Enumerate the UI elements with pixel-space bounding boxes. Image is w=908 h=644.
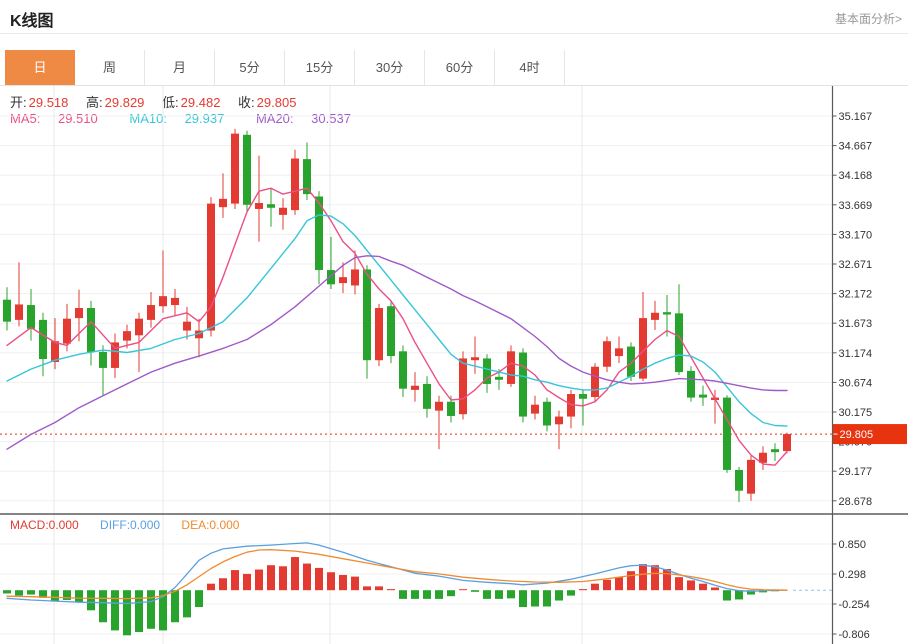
svg-text:33.170: 33.170 — [839, 229, 873, 241]
svg-text:29.805: 29.805 — [840, 429, 874, 441]
diff-value: DIFF:0.000 — [100, 518, 161, 532]
tab-period-0[interactable]: 日 — [5, 50, 75, 85]
tab-period-2[interactable]: 月 — [145, 50, 215, 85]
tab-period-6[interactable]: 60分 — [425, 50, 495, 85]
page-title: K线图 — [10, 13, 54, 30]
tab-period-3[interactable]: 5分 — [215, 50, 285, 85]
current-price-badge: 29.805 — [833, 424, 907, 445]
macd-info-bar: MACD:0.000 DIFF:0.000 DEA:0.000 — [10, 518, 257, 532]
macd-value: MACD:0.000 — [10, 518, 79, 532]
tab-period-5[interactable]: 30分 — [355, 50, 425, 85]
kline-widget: K线图 基本面分析> 日周月 5分 15分 30分 60分 4时 开: 29.518 高: 2… — [0, 0, 908, 644]
svg-text:32.172: 32.172 — [839, 289, 873, 301]
dea-value: DEA:0.000 — [181, 518, 240, 532]
svg-text:30.175: 30.175 — [839, 407, 873, 419]
svg-text:30.674: 30.674 — [839, 377, 873, 389]
fundamental-analysis-link[interactable]: 基本面分析> — [835, 10, 902, 27]
svg-text:-0.806: -0.806 — [839, 629, 870, 641]
svg-text:31.673: 31.673 — [839, 318, 873, 330]
svg-text:-0.254: -0.254 — [839, 599, 870, 611]
tab-period-7[interactable]: 4时 — [495, 50, 565, 85]
svg-text:28.678: 28.678 — [839, 496, 873, 508]
tab-period-4[interactable]: 15分 — [285, 50, 355, 85]
svg-text:29.177: 29.177 — [839, 466, 873, 478]
svg-text:35.167: 35.167 — [839, 111, 873, 123]
svg-text:34.667: 34.667 — [839, 141, 873, 153]
svg-text:0.850: 0.850 — [839, 539, 867, 551]
svg-text:32.671: 32.671 — [839, 259, 873, 271]
svg-text:34.168: 34.168 — [839, 170, 873, 182]
chart-canvas[interactable]: 35.167 34.667 34.168 33.669 33.170 32.671 32.1… — [0, 86, 908, 644]
tab-period-1[interactable]: 周 — [75, 50, 145, 85]
svg-text:0.298: 0.298 — [839, 569, 867, 581]
svg-text:33.669: 33.669 — [839, 200, 873, 212]
svg-text:31.174: 31.174 — [839, 348, 873, 360]
header-divider — [0, 33, 908, 34]
period-tabbar: 日周月 5分 15分 30分 60分 4时 — [5, 50, 565, 85]
